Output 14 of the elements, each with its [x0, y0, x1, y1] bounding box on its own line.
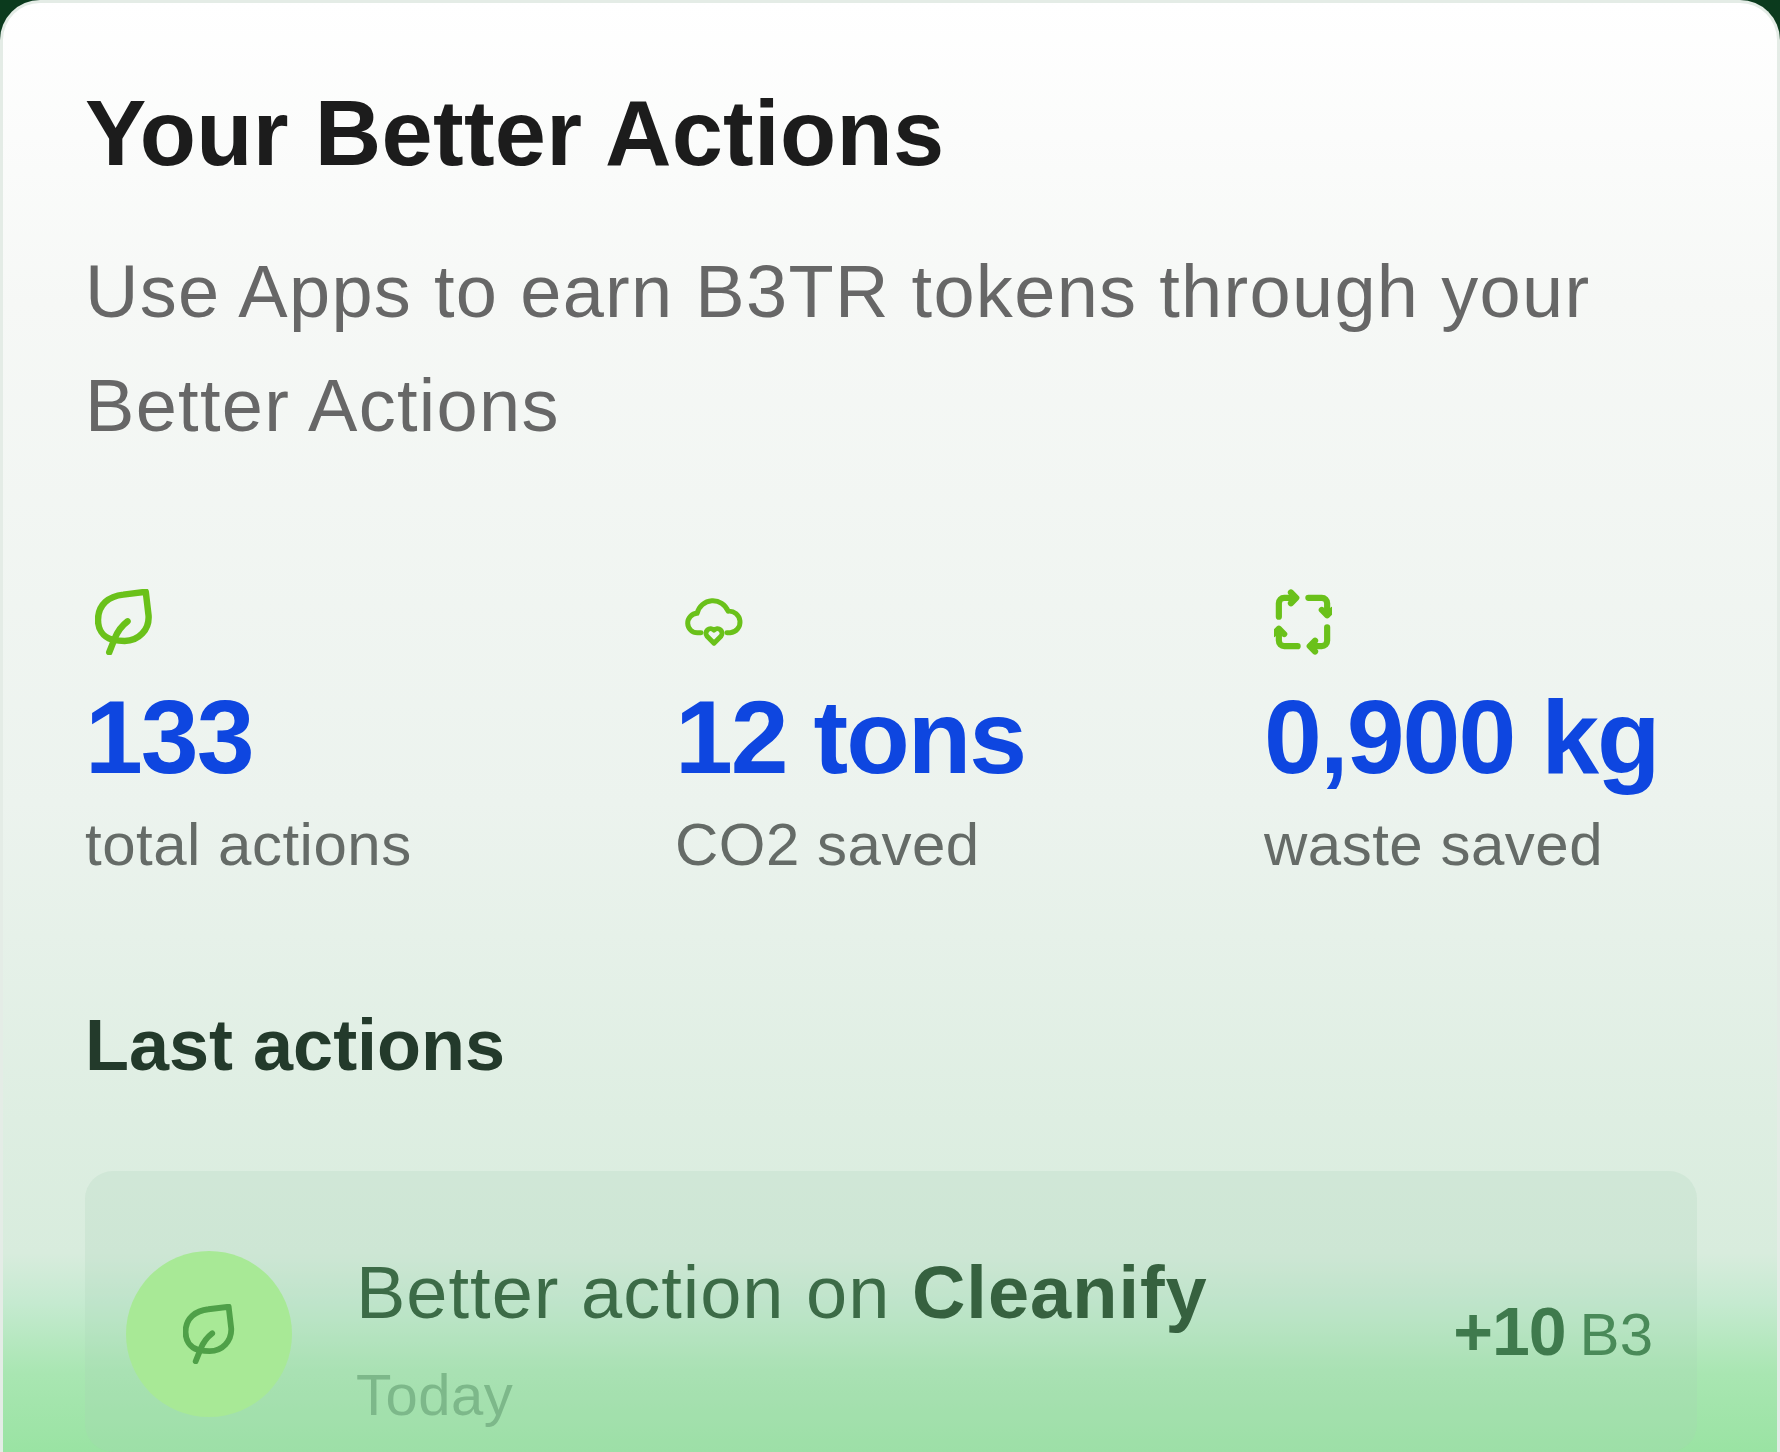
stat-label: waste saved	[1264, 810, 1603, 880]
stat-value: 133	[85, 678, 253, 797]
stat-value: 0,900 kg	[1264, 678, 1659, 797]
leaf-icon	[95, 589, 153, 655]
stat-label: total actions	[85, 810, 412, 880]
action-description: Better action on Cleanify	[356, 1250, 1208, 1336]
stat-label: CO2 saved	[675, 810, 980, 880]
card-title: Your Better Actions	[85, 87, 945, 179]
card-subtitle: Use Apps to earn B3TR tokens through your Better Actions	[85, 249, 1592, 449]
recycle-arrows-icon	[1274, 589, 1332, 655]
stat-value: 12 tons	[675, 678, 1026, 797]
section-title: Last actions	[85, 1004, 506, 1087]
token-unit: B3	[1579, 1300, 1653, 1370]
token-amount: +10	[1453, 1292, 1566, 1371]
